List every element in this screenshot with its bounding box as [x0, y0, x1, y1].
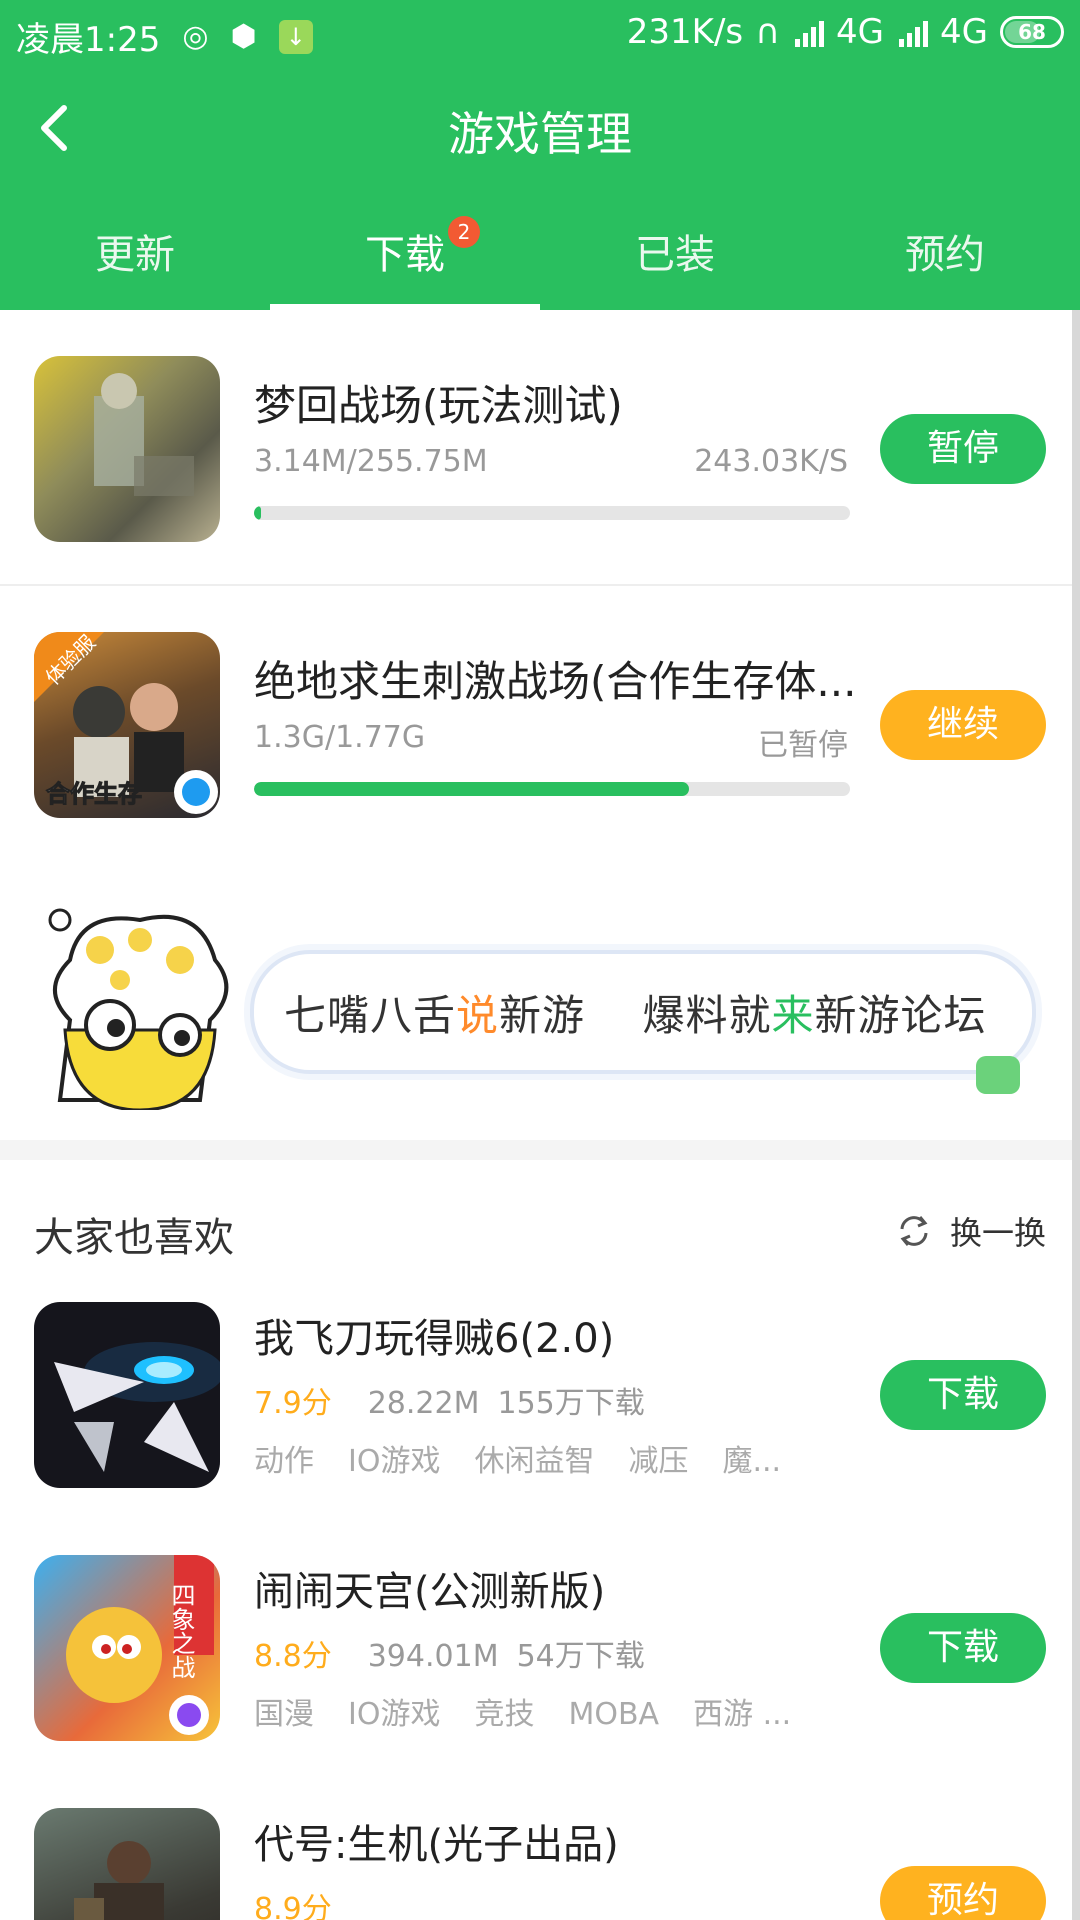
- page-title: 游戏管理: [448, 107, 632, 161]
- mascot-illustration: [48, 908, 229, 1110]
- scrollbar[interactable]: [1072, 310, 1080, 1920]
- game-downloads: 155万下载: [497, 1386, 645, 1421]
- battery-level: 68: [1018, 20, 1046, 44]
- recommended-game[interactable]: 代号:生机(光子出品) 8.9分 预约: [0, 1796, 1080, 1920]
- download-notification-icon: ↓: [278, 19, 313, 54]
- progress-fill: [254, 782, 690, 796]
- game-downloads: 54万下载: [516, 1639, 645, 1674]
- game-size: 394.01M: [367, 1639, 499, 1674]
- recommended-game[interactable]: 我飞刀玩得贼6(2.0) 7.9分 28.22M 155万下载 动作 IO游戏 休闲益智…: [0, 1290, 1080, 1540]
- tab-installed[interactable]: 已装: [540, 200, 810, 310]
- download-button[interactable]: 下载: [880, 1360, 1046, 1430]
- game-tag: 竞技: [474, 1697, 535, 1732]
- download-size: 1.3G/1.77G: [254, 720, 426, 755]
- game-meta: 7.9分 28.22M 155万下载: [254, 1378, 645, 1422]
- game-thumbnail: [34, 356, 220, 542]
- headphones-icon: ∩: [755, 12, 781, 52]
- game-score: 7.9分: [254, 1386, 332, 1421]
- game-thumbnail: [34, 1302, 220, 1488]
- forum-banner[interactable]: 七嘴八舌说新游 爆料就来新游论坛: [0, 880, 1080, 1110]
- banner-text: 七嘴八舌说新游 爆料就来新游论坛: [284, 982, 987, 1043]
- game-tag: IO游戏: [348, 1444, 441, 1479]
- banner-text-a2: 说: [456, 991, 500, 1040]
- tab-update[interactable]: 更新: [0, 200, 270, 310]
- game-thumbnail: 四象之战: [34, 1555, 220, 1741]
- banner-text-b2: 来: [771, 991, 815, 1040]
- status-time: 凌晨1:25: [16, 20, 161, 60]
- game-tag: 国漫: [254, 1697, 314, 1732]
- netease-icon: ◎: [182, 19, 209, 54]
- title-bar: 游戏管理: [0, 80, 1080, 180]
- battery-icon: 68: [1000, 16, 1064, 48]
- game-tag: 西游 ...: [693, 1697, 792, 1732]
- download-speed: 243.03K/S: [694, 444, 848, 479]
- network-type-1: 4G: [836, 12, 885, 52]
- download-size: 3.14M/255.75M: [254, 444, 488, 479]
- game-thumbnail: [34, 1808, 220, 1920]
- refresh-label: 换一换: [949, 1214, 1046, 1252]
- download-item[interactable]: 体验服 合作生存 绝地求生刺激战场(合作生存体... 1.3G/1.77G 已暂…: [0, 586, 1080, 862]
- game-tag: 动作: [254, 1444, 314, 1479]
- banner-text-a1: 七嘴八舌: [284, 991, 457, 1040]
- download-item[interactable]: 梦回战场(玩法测试) 3.14M/255.75M 243.03K/S 暂停: [0, 310, 1080, 586]
- game-title: 我飞刀玩得贼6(2.0): [254, 1316, 615, 1362]
- refresh-icon: [900, 1216, 928, 1246]
- game-title: 代号:生机(光子出品): [254, 1822, 619, 1868]
- recommended-game[interactable]: 四象之战 闹闹天宫(公测新版) 8.8分 394.01M 54万下载 国漫 IO游戏竞…: [0, 1543, 1080, 1793]
- reserve-button[interactable]: 预约: [880, 1866, 1046, 1920]
- game-tag: 减压: [628, 1444, 689, 1479]
- game-title: 绝地求生刺激战场(合作生存体...: [254, 657, 857, 706]
- game-tag: IO游戏: [348, 1697, 441, 1732]
- speech-bubble: 七嘴八舌说新游 爆料就来新游论坛: [250, 950, 1036, 1074]
- app-header: 凌晨1:25 ◎ ⬢ ↓ 231K/s ∩ 4G 4G 68 游戏管理 更新 下…: [0, 0, 1080, 310]
- game-title: 梦回战场(玩法测试): [254, 381, 623, 430]
- download-progress-bar: [254, 782, 850, 796]
- tab-bar: 更新 下载 已装 预约: [0, 200, 1080, 310]
- network-type-2: 4G: [940, 12, 988, 52]
- refresh-button[interactable]: 换一换: [894, 1208, 1046, 1254]
- tab-reserve[interactable]: 预约: [810, 200, 1080, 310]
- game-meta: 8.8分 394.01M 54万下载: [254, 1631, 645, 1675]
- download-button[interactable]: 下载: [880, 1613, 1046, 1683]
- tab-download[interactable]: 下载: [270, 200, 540, 310]
- game-tags: 国漫 IO游戏 竞技 MOBA 西游 ...: [254, 1689, 825, 1733]
- signal-icon: [792, 17, 825, 47]
- game-size: 28.22M: [367, 1386, 480, 1421]
- banner-text-b3: 新游论坛: [814, 991, 987, 1040]
- net-speed: 231K/s: [626, 12, 744, 52]
- thumb-label-four-symbols: 四象之战: [167, 1583, 195, 1679]
- banner-text-a3: 新游: [499, 991, 586, 1040]
- signal-icon-2: [896, 17, 929, 47]
- section-divider: [0, 1140, 1080, 1160]
- thumb-label-coop: 合作生存: [46, 780, 142, 808]
- section-title: 大家也喜欢: [34, 1215, 234, 1261]
- download-count-badge: 2: [448, 216, 480, 248]
- game-tag: 休闲益智: [474, 1444, 595, 1479]
- shield-icon: ⬢: [230, 19, 257, 54]
- pause-button[interactable]: 暂停: [880, 414, 1046, 484]
- resume-button[interactable]: 继续: [880, 690, 1046, 760]
- game-thumbnail: 体验服 合作生存: [34, 632, 220, 818]
- game-tag: 魔...: [722, 1444, 782, 1479]
- game-tags: 动作 IO游戏 休闲益智 减压 魔...: [254, 1436, 815, 1480]
- game-tag: MOBA: [568, 1697, 660, 1732]
- download-progress-bar: [254, 506, 850, 520]
- status-bar: 凌晨1:25 ◎ ⬢ ↓ 231K/s ∩ 4G 4G 68: [0, 0, 1080, 68]
- game-title: 闹闹天宫(公测新版): [254, 1569, 606, 1615]
- game-score: 8.9分: [254, 1892, 332, 1920]
- banner-text-b1: 爆料就: [642, 991, 772, 1040]
- game-meta: 8.9分: [254, 1884, 368, 1920]
- download-status: 已暂停: [758, 728, 848, 763]
- progress-fill: [254, 506, 262, 520]
- chat-bubble-icon: [976, 1056, 1020, 1094]
- game-score: 8.8分: [254, 1639, 332, 1674]
